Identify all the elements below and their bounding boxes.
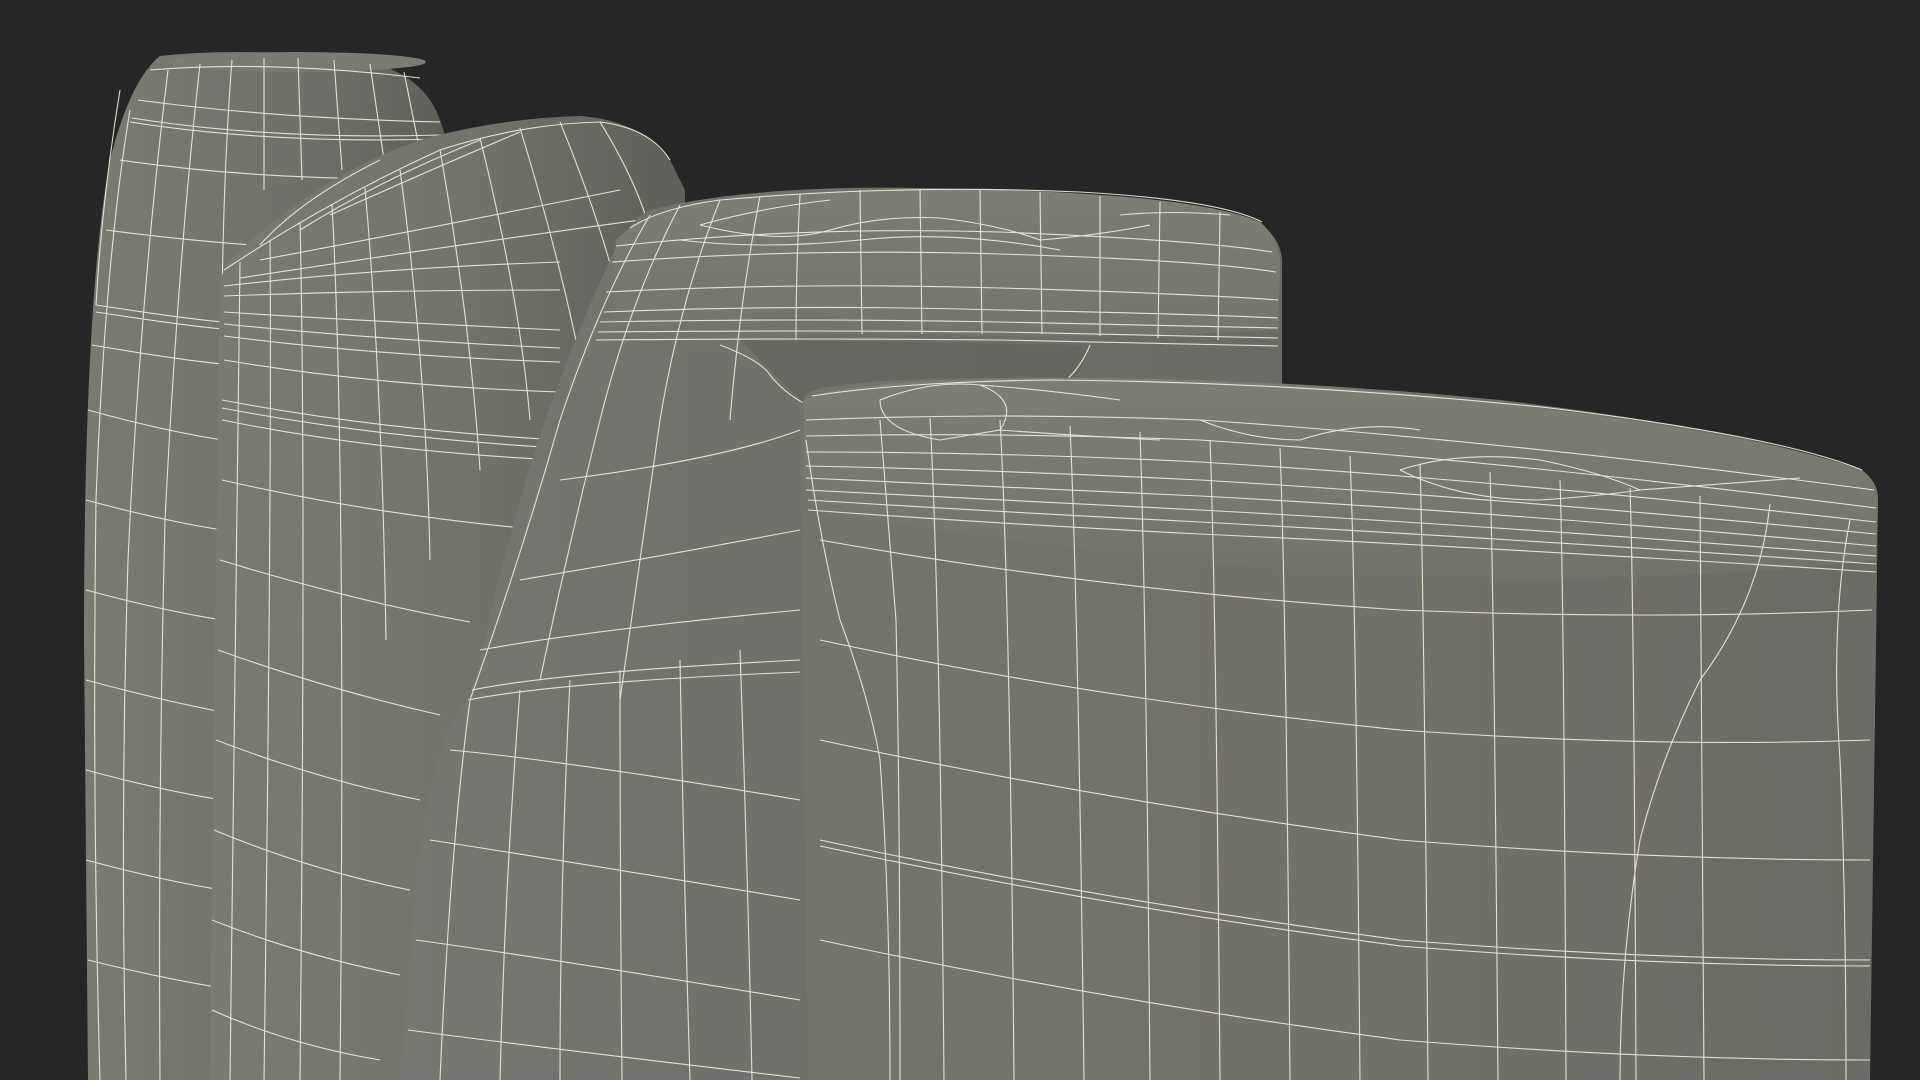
wireframe-scene <box>84 52 1878 1080</box>
bottle-front-right <box>800 377 1878 1080</box>
